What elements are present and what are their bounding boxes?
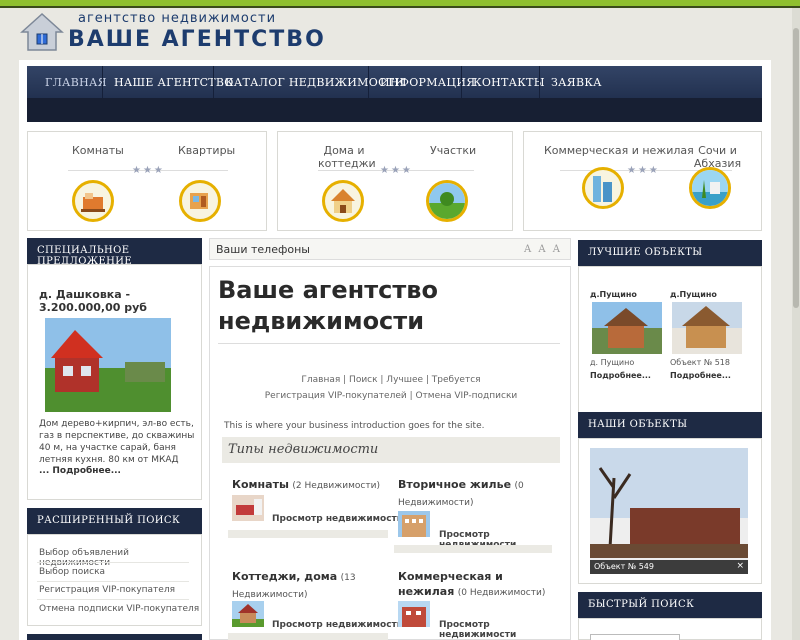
type-thumb-secondary[interactable] — [398, 511, 430, 537]
commercial-building-icon[interactable] — [582, 167, 624, 209]
content-box: Ваше агентство недвижимости Главная | По… — [209, 266, 571, 640]
advanced-search-heading: РАСШИРЕННЫЙ ПОИСК — [27, 508, 202, 534]
category-label-commercial[interactable]: Коммерческая и нежилая — [544, 144, 694, 157]
nav-item-catalog[interactable]: КАТАЛОГ НЕДВИЖИМОСТИ — [225, 76, 404, 89]
nav-item-agency[interactable]: НАШЕ АГЕНТСТВО — [114, 76, 234, 89]
category-box-rooms-flats: Комнаты Квартиры ★★★ — [27, 131, 267, 231]
left-column: СПЕЦИАЛЬНОЕ ПРЕДЛОЖЕНИЕ д. Дашковка - 3.… — [27, 238, 202, 640]
category-label-plots[interactable]: Участки — [430, 144, 476, 157]
divider — [37, 581, 189, 582]
type-title-cottages[interactable]: Коттеджи, дома (13 Недвижимости) — [232, 569, 382, 603]
type-title-commercial[interactable]: Коммерческая и нежилая (0 Недвижимости) — [398, 569, 548, 601]
category-label-sochi[interactable]: Сочи и Абхазия — [674, 144, 761, 170]
type-bar — [228, 530, 388, 538]
quick-search-select[interactable] — [590, 634, 680, 640]
search-link-select-ads[interactable]: Выбор объявлений недвижимости — [39, 548, 202, 568]
divider — [37, 599, 189, 600]
nav-item-home[interactable]: ГЛАВНАЯ — [45, 76, 107, 89]
best-objects-heading: ЛУЧШИЕ ОБЪЕКТЫ — [578, 240, 762, 266]
house-logo-icon[interactable] — [20, 12, 64, 52]
next-panel-heading — [27, 634, 202, 640]
special-offer-heading: СПЕЦИАЛЬНОЕ ПРЕДЛОЖЕНИЕ — [27, 238, 202, 267]
type-thumb-cottages[interactable] — [232, 601, 264, 627]
stars-ornament: ★★★ — [380, 165, 413, 176]
scrollbar-thumb[interactable] — [793, 28, 799, 308]
type-bar — [394, 545, 552, 553]
best-object-more-link[interactable]: Подробнее... — [590, 371, 651, 380]
category-box-houses-plots: Дома и коттеджи Участки ★★★ — [277, 131, 513, 231]
our-objects-heading: НАШИ ОБЪЕКТЫ — [578, 412, 762, 438]
best-object-caption: д. Пущино — [590, 358, 635, 367]
close-icon[interactable]: × — [736, 561, 744, 571]
best-object-name[interactable]: д.Пущино — [590, 290, 637, 299]
phones-label: Ваши телефоны — [216, 243, 310, 256]
nav-separator — [102, 66, 103, 98]
phones-bar: Ваши телефоны A A A — [209, 238, 571, 260]
top-accent-line — [0, 6, 800, 8]
search-link-vip-register[interactable]: Регистрация VIP-покупателя — [39, 585, 175, 595]
nav-separator — [461, 66, 462, 98]
best-object-caption: Объект № 518 — [670, 358, 730, 367]
category-label-houses[interactable]: Дома и коттеджи — [318, 144, 376, 170]
quick-links[interactable]: Главная | Поиск | Лучшее | Требуется — [210, 375, 572, 385]
special-offer-photo[interactable] — [45, 318, 171, 412]
divider — [37, 562, 189, 563]
quick-search-heading: БЫСТРЫЙ ПОИСК — [578, 592, 762, 618]
category-label-rooms[interactable]: Комнаты — [72, 144, 124, 157]
resort-icon[interactable] — [689, 167, 731, 209]
plot-icon[interactable] — [426, 180, 468, 222]
font-size-controls[interactable]: A A A — [524, 244, 562, 255]
special-offer-more-link[interactable]: ... Подробнее... — [39, 466, 121, 476]
cottage-icon[interactable] — [322, 180, 364, 222]
site-title[interactable]: ВАШЕ АГЕНТСТВО — [68, 27, 326, 52]
nav-item-request[interactable]: ЗАЯВКА — [551, 76, 602, 89]
page-title: Ваше агентство недвижимости — [218, 276, 438, 335]
stars-ornament: ★★★ — [627, 165, 660, 176]
nav-separator — [368, 66, 369, 98]
nav-separator — [539, 66, 540, 98]
nav-separator — [213, 66, 214, 98]
type-link-rooms[interactable]: Просмотр недвижимости — [272, 514, 403, 524]
type-link-cottages[interactable]: Просмотр недвижимости — [272, 620, 403, 630]
room-icon[interactable] — [72, 180, 114, 222]
best-object-more-link[interactable]: Подробнее... — [670, 371, 731, 380]
our-object-caption: Объект № 549 × — [590, 560, 748, 574]
best-object-photo[interactable] — [672, 302, 742, 354]
type-thumb-commercial[interactable] — [398, 601, 430, 627]
intro-text: This is where your business introduction… — [224, 421, 485, 431]
search-link-vip-unsubscribe[interactable]: Отмена подписки VIP-покупателя — [39, 604, 199, 614]
type-title-rooms[interactable]: Комнаты (2 Недвижимости) — [232, 477, 382, 494]
category-box-commercial-sochi: Коммерческая и нежилая Сочи и Абхазия ★★… — [523, 131, 762, 231]
type-title-secondary[interactable]: Вторичное жилье (0 Недвижимости) — [398, 477, 548, 511]
vip-links[interactable]: Регистрация VIP-покупателей | Отмена VIP… — [210, 391, 572, 401]
nav-bottom — [27, 98, 762, 122]
flat-icon[interactable] — [179, 180, 221, 222]
search-link-select-search[interactable]: Выбор поиска — [39, 567, 105, 577]
best-object-name[interactable]: д.Пущино — [670, 290, 717, 299]
special-offer-title[interactable]: д. Дашковка - 3.200.000,00 руб — [39, 288, 189, 314]
type-link-commercial[interactable]: Просмотр недвижимости — [439, 620, 570, 640]
main-nav: ГЛАВНАЯ НАШЕ АГЕНТСТВО КАТАЛОГ НЕДВИЖИМО… — [27, 66, 762, 122]
type-thumb-rooms[interactable] — [232, 495, 264, 521]
stars-ornament: ★★★ — [132, 165, 165, 176]
best-object-photo[interactable] — [592, 302, 662, 354]
type-bar — [228, 633, 388, 640]
nav-item-contacts[interactable]: КОНТАКТЫ — [473, 76, 545, 89]
special-offer-description: Дом дерево+кирпич, эл-во есть, газ в пер… — [39, 419, 195, 465]
our-object-photo[interactable] — [590, 448, 748, 574]
divider — [218, 343, 560, 344]
property-types-heading: Типы недвижимости — [222, 437, 560, 463]
site-tagline: агентство недвижимости — [78, 11, 277, 26]
page-scrollbar[interactable] — [792, 8, 800, 640]
category-label-flats[interactable]: Квартиры — [178, 144, 235, 157]
